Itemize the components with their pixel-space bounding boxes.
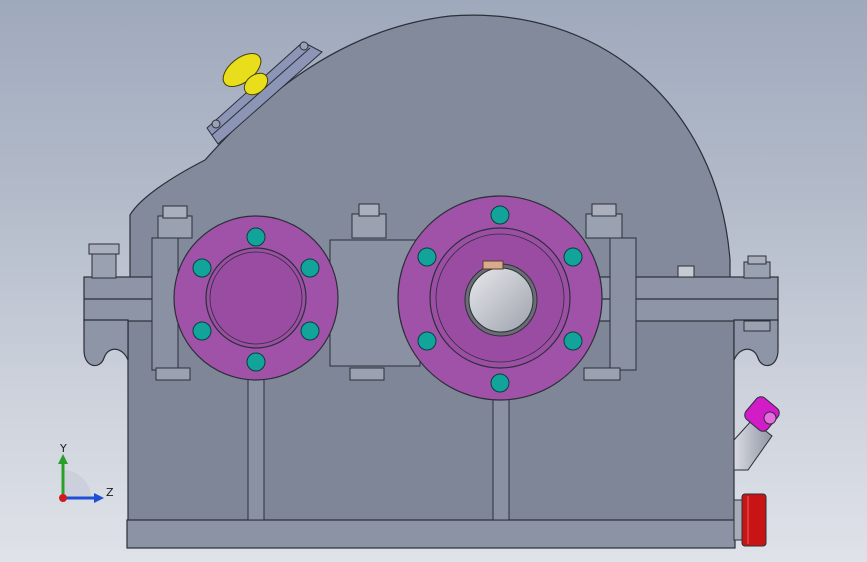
- base-plate: [126, 519, 736, 549]
- drain-plug: [733, 493, 767, 547]
- z-axis-label: Z: [106, 486, 114, 499]
- coordinate-triad: Y Z: [58, 442, 114, 503]
- x-axis-dot: [59, 494, 67, 502]
- cad-graphics-viewport[interactable]: Y Z: [0, 0, 867, 562]
- gearbox-drawing[interactable]: [0, 0, 867, 562]
- y-axis-label: Y: [59, 442, 67, 455]
- oil-sight-gauge: [733, 396, 780, 471]
